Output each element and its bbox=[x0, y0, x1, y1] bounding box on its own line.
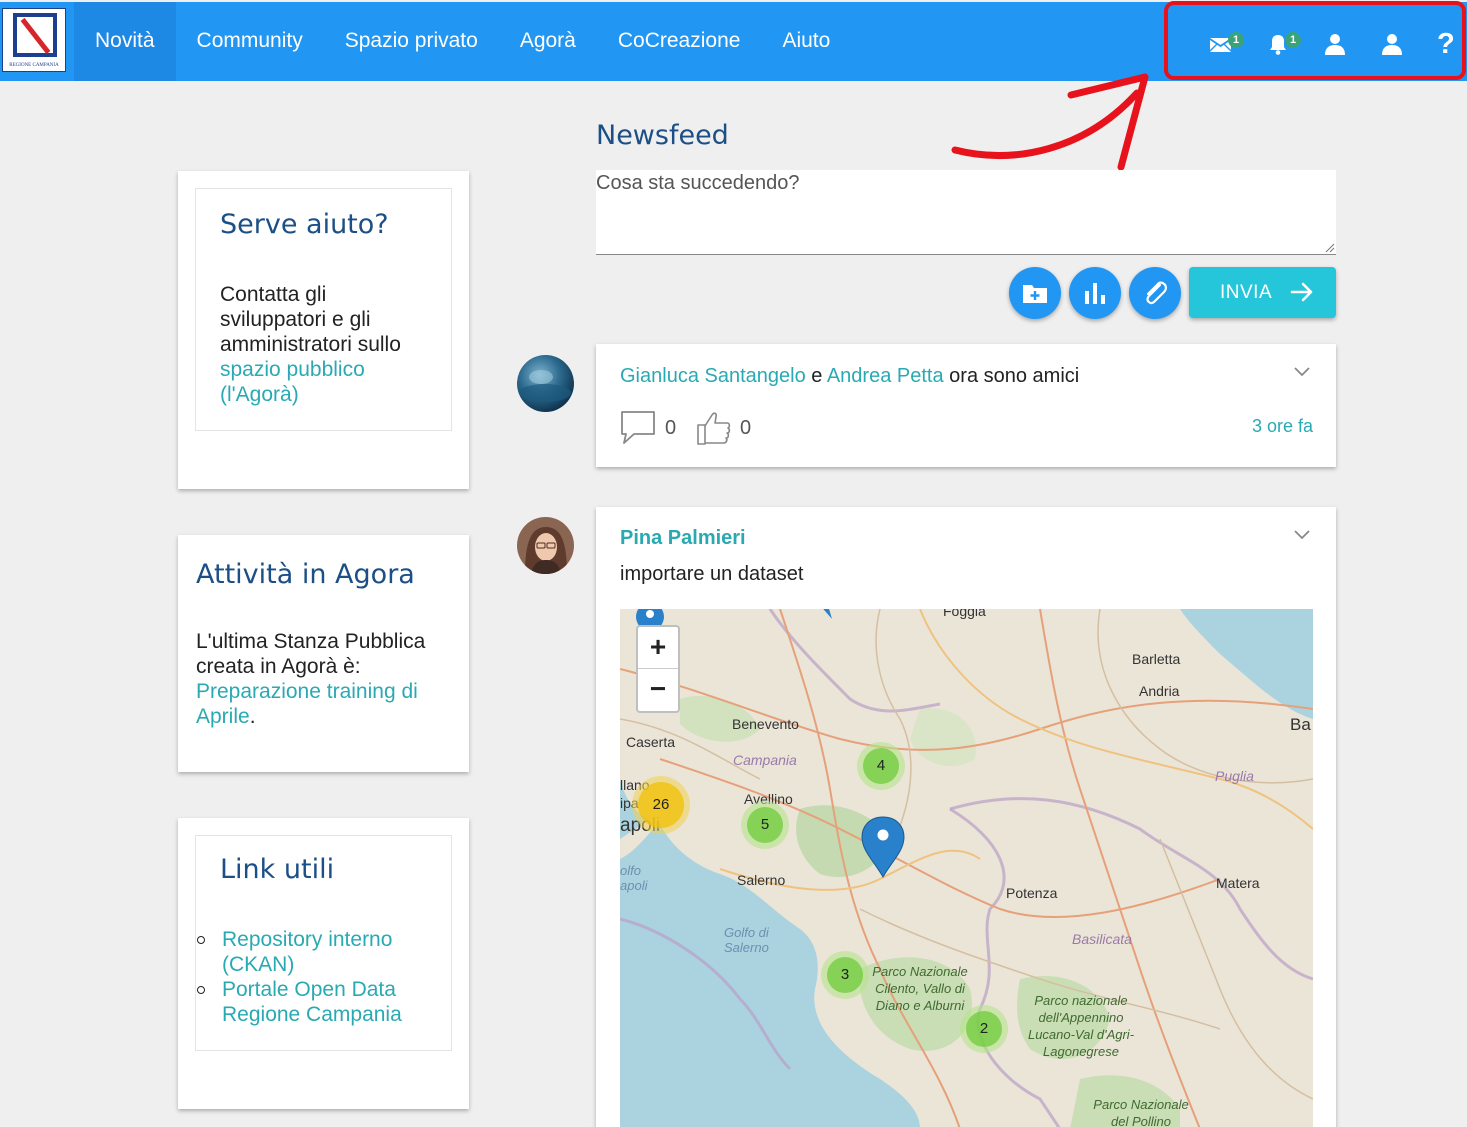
bar-chart-icon bbox=[1085, 283, 1105, 304]
agora-activity-card: Attività in Agora L'ultima Stanza Pubbli… bbox=[178, 535, 469, 772]
nav-novita[interactable]: Novità bbox=[74, 2, 176, 81]
agora-card-body: L'ultima Stanza Pubblica creata in Agorà… bbox=[196, 630, 426, 678]
useful-links-list: Repository interno (CKAN) Portale Open D… bbox=[196, 927, 436, 1027]
shield-icon bbox=[13, 13, 57, 57]
regione-campania-logo[interactable]: REGIONE CAMPANIA bbox=[2, 8, 66, 72]
annotation-arrow-icon bbox=[951, 73, 1149, 171]
useful-links-card: Link utili Repository interno (CKAN) Por… bbox=[178, 818, 469, 1109]
place-label: Matera bbox=[1216, 875, 1260, 891]
avatar[interactable] bbox=[517, 517, 574, 574]
map-tiles bbox=[620, 609, 1313, 1127]
add-folder-button[interactable] bbox=[1009, 267, 1061, 319]
useful-links-title: Link utili bbox=[220, 854, 335, 885]
place-label: Caserta bbox=[626, 734, 676, 750]
status-input[interactable] bbox=[596, 170, 1336, 255]
dataset-post: Pina Palmieri importare un dataset + − F… bbox=[596, 507, 1336, 1127]
marker-cluster[interactable]: 3 bbox=[821, 951, 869, 999]
help-card-title: Serve aiuto? bbox=[220, 209, 389, 240]
region-label: Puglia bbox=[1215, 768, 1254, 784]
resize-handle-icon[interactable] bbox=[1325, 243, 1335, 253]
help-card-inner: Serve aiuto? Contatta gli sviluppatori e… bbox=[195, 188, 452, 431]
marker-cluster[interactable]: 26 bbox=[632, 776, 690, 834]
marker-cluster[interactable]: 2 bbox=[960, 1005, 1008, 1053]
thumbs-up-icon[interactable] bbox=[696, 410, 732, 446]
park-label: Parco Nazionale Cilento, Vallo di Diano … bbox=[872, 964, 968, 1013]
agora-card-text: L'ultima Stanza Pubblica creata in Agorà… bbox=[196, 629, 451, 729]
attach-file-button[interactable] bbox=[1129, 267, 1181, 319]
map-view[interactable]: + − Foggia Barletta Andria Ba Benevento … bbox=[620, 609, 1313, 1127]
newsfeed-title: Newsfeed bbox=[596, 120, 729, 151]
comment-icon[interactable] bbox=[620, 410, 656, 446]
cluster-count: 5 bbox=[747, 807, 783, 843]
open-data-portal-link[interactable]: Portale Open Data Regione Campania bbox=[222, 978, 402, 1026]
chevron-down-icon[interactable] bbox=[1293, 529, 1311, 541]
chevron-down-icon[interactable] bbox=[1293, 366, 1311, 378]
cluster-count: 3 bbox=[827, 957, 863, 993]
place-label: Potenza bbox=[1006, 885, 1058, 901]
region-label: Campania bbox=[733, 752, 797, 768]
user-link[interactable]: Gianluca Santangelo bbox=[620, 365, 806, 387]
agora-public-space-link[interactable]: spazio pubblico (l'Agorà) bbox=[220, 358, 365, 406]
useful-links-inner: Link utili Repository interno (CKAN) Por… bbox=[195, 835, 452, 1051]
zoom-control: + − bbox=[636, 625, 680, 713]
zoom-out-button[interactable]: − bbox=[638, 669, 678, 711]
main-nav: Novità Community Spazio privato Agorà Co… bbox=[74, 2, 851, 81]
park-label: Parco Nazionale del Pollino bbox=[1093, 1097, 1189, 1127]
comment-count: 0 bbox=[665, 417, 677, 439]
cluster-count: 26 bbox=[638, 782, 684, 828]
avatar[interactable] bbox=[517, 355, 574, 412]
place-label: Ba bbox=[1290, 715, 1311, 734]
place-label: Foggia bbox=[943, 609, 986, 619]
zoom-in-button[interactable]: + bbox=[638, 627, 678, 669]
nav-spazio-privato[interactable]: Spazio privato bbox=[324, 2, 499, 81]
help-card-body: Contatta gli sviluppatori e gli amminist… bbox=[220, 283, 401, 356]
list-item: Repository interno (CKAN) bbox=[196, 927, 436, 977]
agora-card-title: Attività in Agora bbox=[196, 559, 415, 590]
help-card-text: Contatta gli sviluppatori e gli amminist… bbox=[220, 282, 435, 407]
add-poll-button[interactable] bbox=[1069, 267, 1121, 319]
folder-plus-icon bbox=[1023, 285, 1047, 303]
list-item: Portale Open Data Regione Campania bbox=[196, 977, 436, 1027]
user-link[interactable]: Pina Palmieri bbox=[620, 527, 746, 549]
post-author: Pina Palmieri bbox=[620, 527, 746, 550]
sea-label: olfo apoli bbox=[620, 863, 648, 893]
help-card: Serve aiuto? Contatta gli sviluppatori e… bbox=[178, 171, 469, 489]
nav-cocreazione[interactable]: CoCreazione bbox=[597, 2, 762, 81]
ckan-repository-link[interactable]: Repository interno (CKAN) bbox=[222, 928, 392, 976]
friendship-post: Gianluca Santangelo e Andrea Petta ora s… bbox=[596, 344, 1336, 467]
user-link[interactable]: Andrea Petta bbox=[827, 365, 944, 387]
marker-cluster[interactable]: 5 bbox=[741, 801, 789, 849]
paperclip-icon bbox=[1146, 281, 1167, 305]
post-text: ora sono amici bbox=[949, 365, 1080, 387]
agora-card-suffix: . bbox=[249, 705, 256, 728]
latest-room-link[interactable]: Preparazione training di Aprile bbox=[196, 680, 418, 728]
cluster-count: 4 bbox=[863, 748, 899, 784]
post-headline: Gianluca Santangelo e Andrea Petta ora s… bbox=[620, 365, 1079, 388]
like-count: 0 bbox=[740, 417, 752, 439]
nav-agora[interactable]: Agorà bbox=[499, 2, 597, 81]
sea-label: Golfo di Salerno bbox=[724, 925, 769, 955]
place-label: Andria bbox=[1139, 683, 1180, 699]
place-label: Salerno bbox=[737, 872, 786, 888]
region-label: Basilicata bbox=[1072, 931, 1132, 947]
cluster-count: 2 bbox=[966, 1011, 1002, 1047]
marker-cluster[interactable]: 4 bbox=[857, 742, 905, 790]
post-text: importare un dataset bbox=[620, 563, 804, 585]
nav-aiuto[interactable]: Aiuto bbox=[761, 2, 851, 81]
post-timestamp[interactable]: 3 ore fa bbox=[1252, 416, 1313, 437]
nav-community[interactable]: Community bbox=[176, 2, 324, 81]
connector-text: e bbox=[811, 365, 823, 387]
arrow-right-icon bbox=[1290, 282, 1313, 302]
send-label: INVIA bbox=[1220, 282, 1273, 303]
send-button[interactable]: INVIA bbox=[1189, 267, 1336, 318]
logo-text: REGIONE CAMPANIA bbox=[9, 63, 59, 68]
park-label: Parco nazionale dell'Appennino Lucano-Va… bbox=[1027, 993, 1135, 1059]
place-label: Barletta bbox=[1132, 651, 1181, 667]
highlight-box bbox=[1164, 1, 1466, 80]
place-label: Benevento bbox=[732, 716, 799, 732]
